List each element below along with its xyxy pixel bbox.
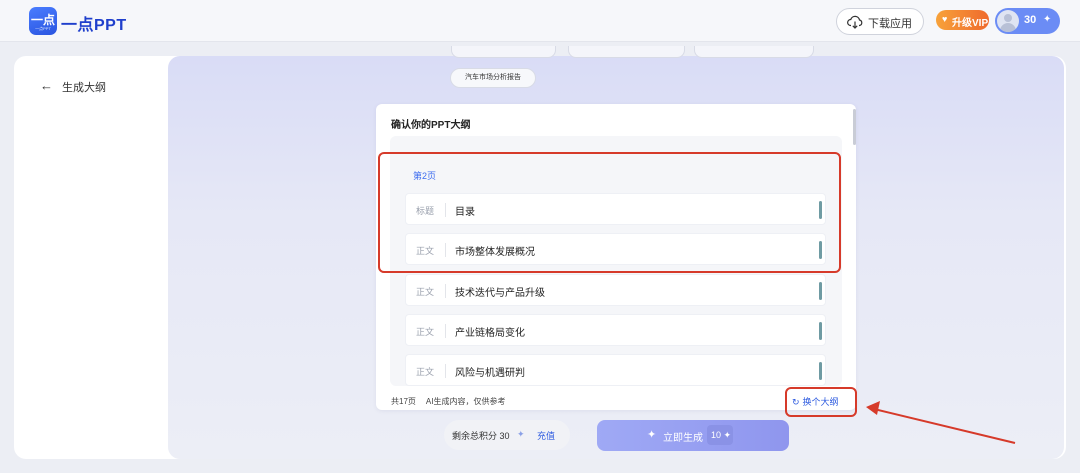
- annotation-arrow: [866, 401, 1016, 444]
